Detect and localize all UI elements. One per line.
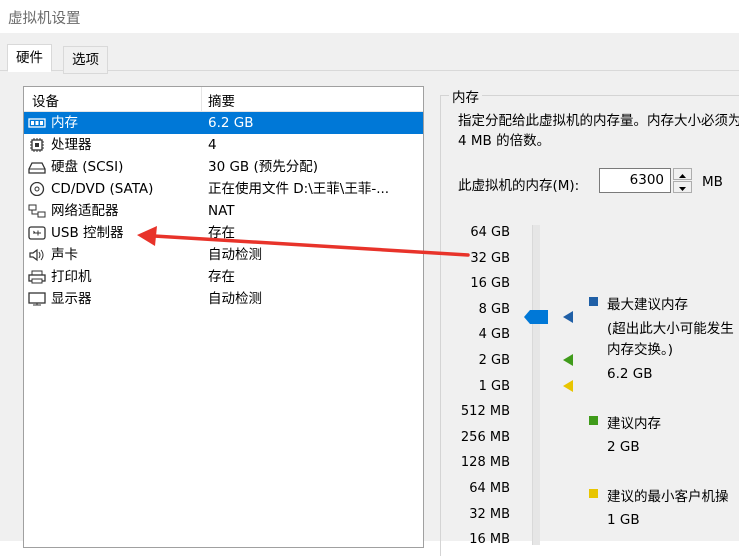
processor-icon	[30, 138, 44, 152]
device-row-hard-disk[interactable]: 硬盘 (SCSI) 30 GB (预先分配)	[24, 156, 423, 178]
cd-dvd-icon	[29, 182, 45, 196]
column-divider	[201, 87, 202, 111]
hard-disk-icon	[28, 162, 46, 174]
device-summary: 自动检测	[208, 291, 262, 307]
device-summary: 4	[208, 137, 217, 153]
max-memory-legend-icon	[589, 297, 598, 306]
window-title: 虚拟机设置	[8, 11, 81, 27]
max-memory-marker-icon	[563, 311, 573, 323]
memory-stepper	[673, 168, 692, 193]
memory-scale-tick: 16 GB	[470, 276, 510, 292]
device-name: USB 控制器	[51, 225, 124, 241]
device-name: 处理器	[51, 137, 92, 153]
device-row-memory[interactable]: 内存 6.2 GB	[24, 112, 423, 134]
device-summary: 30 GB (预先分配)	[208, 159, 319, 175]
max-memory-note: (超出此大小可能发生内存交换。)	[607, 321, 734, 358]
memory-scale-tick: 256 MB	[460, 429, 510, 445]
column-header-summary[interactable]: 摘要	[208, 90, 235, 110]
device-row-cd-dvd[interactable]: CD/DVD (SATA) 正在使用文件 D:\王菲\王菲-...	[24, 178, 423, 200]
memory-description: 指定分配给此虚拟机的内存量。内存大小必须为 4 MB 的倍数。	[458, 113, 739, 149]
device-row-processor[interactable]: 处理器 4	[24, 134, 423, 156]
device-row-usb[interactable]: USB 控制器 存在	[24, 222, 423, 244]
device-name: 网络适配器	[51, 203, 119, 219]
device-row-monitor[interactable]: 显示器 自动检测	[24, 288, 423, 310]
guest-min-memory-label: 建议的最小客户机操	[607, 489, 729, 505]
chevron-down-icon	[679, 187, 686, 191]
tab-hardware[interactable]: 硬件	[7, 44, 52, 72]
device-name: 硬盘 (SCSI)	[51, 159, 124, 175]
printer-icon	[28, 270, 46, 284]
column-header-device[interactable]: 设备	[32, 90, 59, 110]
device-name: CD/DVD (SATA)	[51, 181, 154, 197]
memory-scale-tick: 64 MB	[469, 481, 510, 496]
device-name: 打印机	[51, 269, 92, 285]
max-memory-label: 最大建议内存	[607, 297, 688, 313]
memory-slider-track[interactable]	[532, 225, 540, 545]
device-summary: 存在	[208, 225, 235, 241]
memory-scale-tick: 16 MB	[469, 532, 510, 548]
memory-group-title: 内存	[449, 86, 482, 106]
device-row-speaker[interactable]: 声卡 自动检测	[24, 244, 423, 266]
decrement-button[interactable]	[673, 181, 692, 193]
device-row-network-adapter[interactable]: 网络适配器 NAT	[24, 200, 423, 222]
device-summary: 6.2 GB	[208, 115, 254, 131]
device-summary: NAT	[208, 203, 235, 219]
network-adapter-icon	[28, 204, 46, 218]
speaker-icon	[29, 248, 44, 262]
recommended-memory-value: 2 GB	[607, 439, 640, 455]
device-list-header: 设备 摘要	[24, 87, 423, 112]
chevron-up-icon	[679, 174, 686, 178]
guest-min-memory-value: 1 GB	[607, 512, 640, 528]
memory-scale-tick: 128 MB	[460, 455, 510, 471]
recommended-memory-marker-icon	[563, 354, 573, 366]
device-name: 内存	[51, 115, 78, 131]
guest-min-memory-marker-icon	[563, 380, 573, 392]
tab-options[interactable]: 选项	[63, 46, 108, 74]
memory-scale-tick: 1 GB	[478, 378, 510, 394]
device-summary: 自动检测	[208, 247, 262, 263]
max-memory-value: 6.2 GB	[607, 366, 653, 382]
tab-strip	[0, 33, 739, 72]
tab-divider	[0, 70, 739, 71]
memory-field-label: 此虚拟机的内存(M):	[458, 178, 580, 194]
memory-slider-thumb[interactable]	[524, 309, 548, 325]
memory-scale-tick: 8 GB	[478, 301, 510, 317]
memory-input[interactable]: 6300	[599, 168, 671, 193]
recommended-memory-label: 建议内存	[607, 416, 661, 432]
device-list[interactable]: 设备 摘要 内存 6.2 GB 处理器 4 硬盘 (SCSI) 30 GB (预先分配) C…	[23, 86, 424, 548]
device-row-printer[interactable]: 打印机 存在	[24, 266, 423, 288]
device-name: 声卡	[51, 247, 78, 263]
guest-min-memory-legend-icon	[589, 489, 598, 498]
device-summary: 正在使用文件 D:\王菲\王菲-...	[208, 181, 390, 197]
memory-scale-tick: 2 GB	[478, 353, 510, 368]
memory-scale-tick: 32 MB	[469, 506, 510, 522]
monitor-icon	[28, 292, 46, 306]
recommended-memory-legend-icon	[589, 416, 598, 425]
memory-scale-tick: 512 MB	[460, 404, 510, 420]
memory-scale-tick: 4 GB	[478, 327, 510, 343]
memory-scale-tick: 64 GB	[470, 225, 510, 240]
device-name: 显示器	[51, 291, 92, 307]
memory-icon	[28, 118, 46, 128]
usb-icon	[28, 226, 46, 240]
memory-unit: MB	[702, 174, 723, 190]
increment-button[interactable]	[673, 168, 692, 180]
memory-scale-tick: 32 GB	[470, 250, 510, 266]
device-summary: 存在	[208, 269, 235, 285]
